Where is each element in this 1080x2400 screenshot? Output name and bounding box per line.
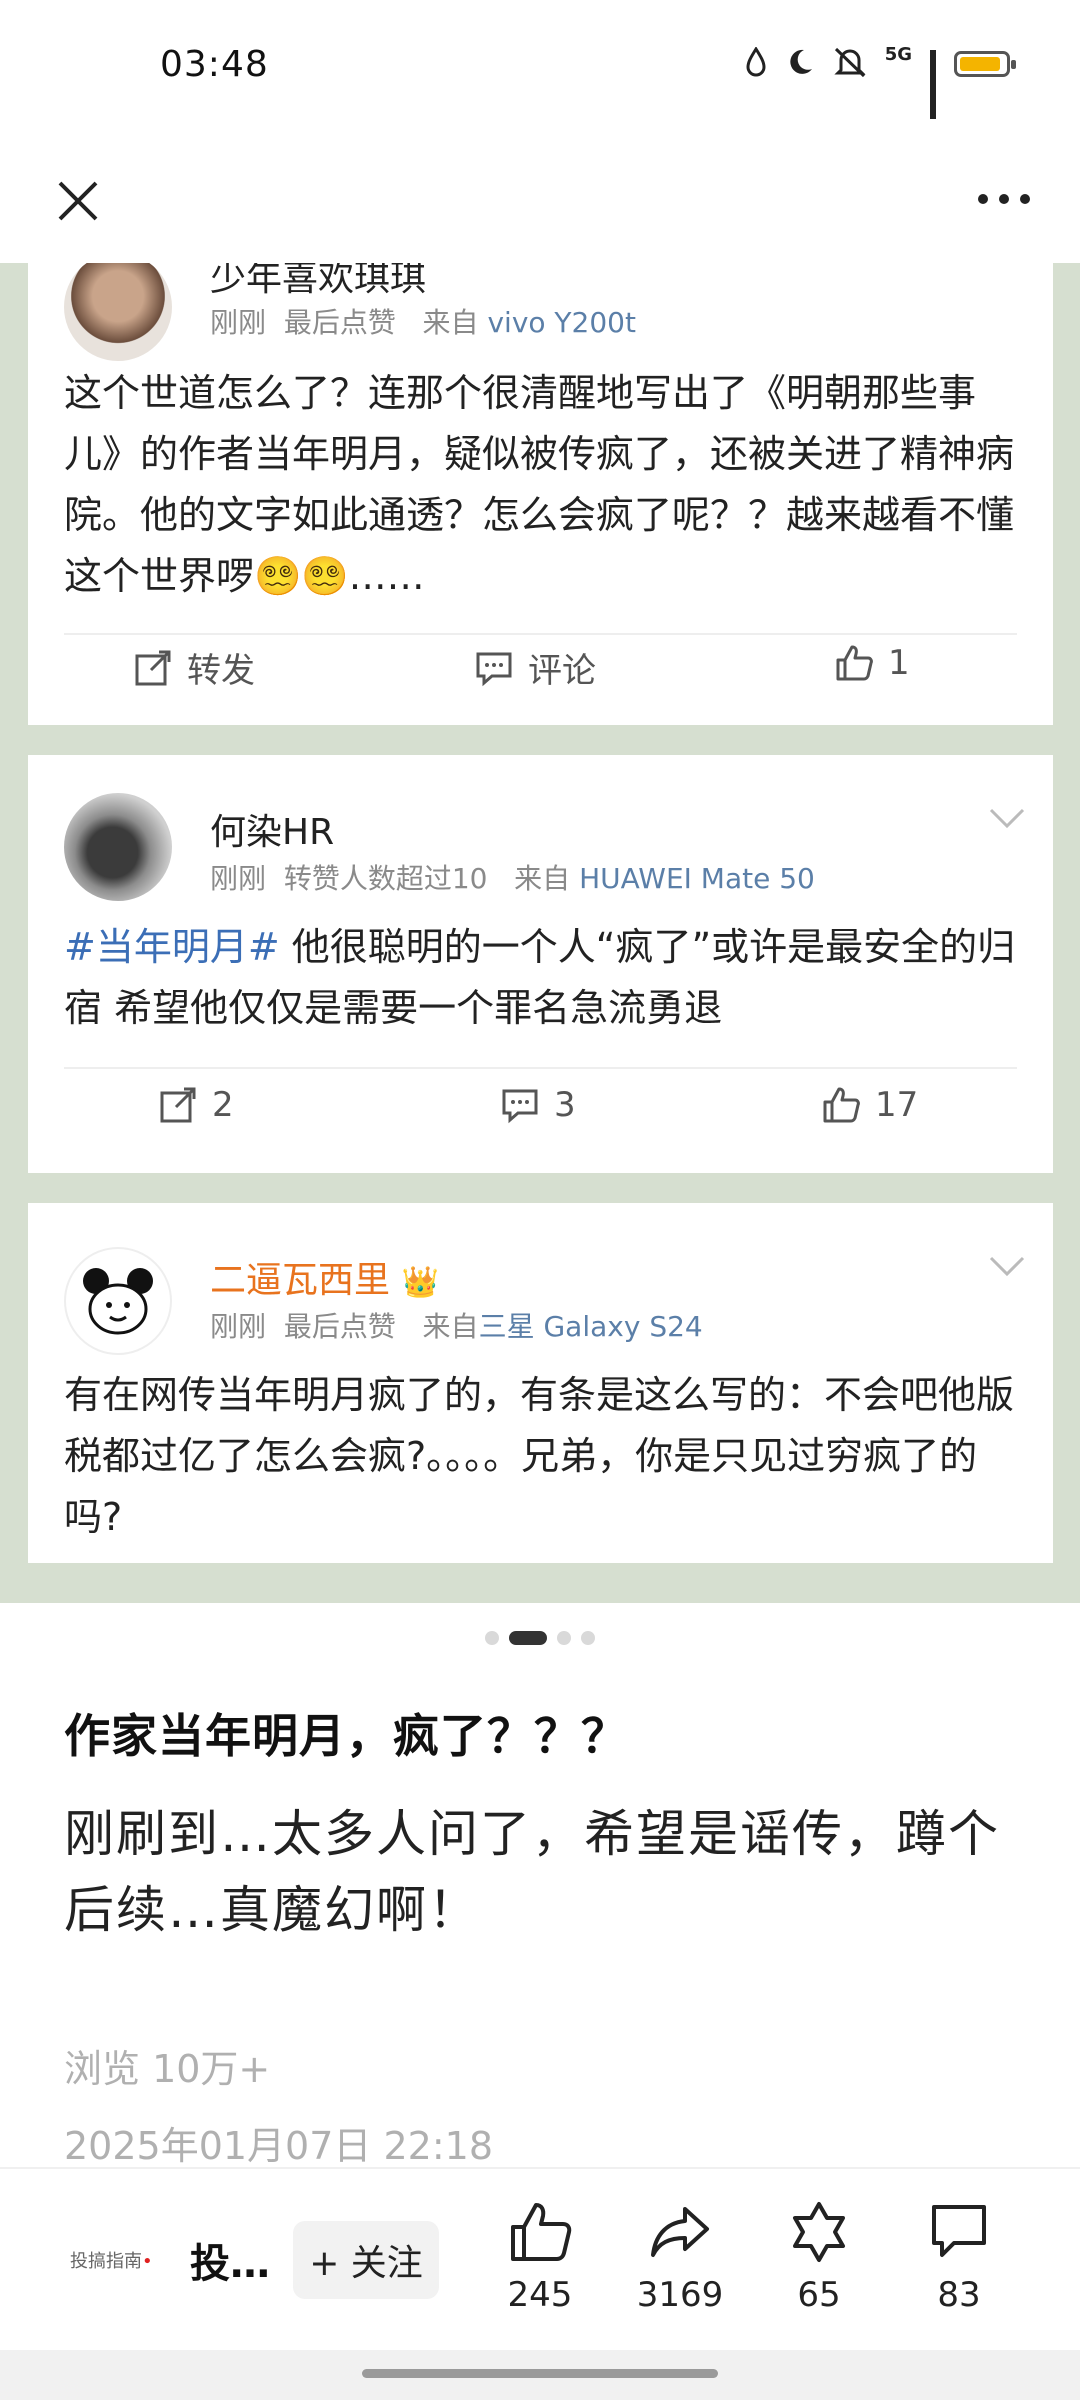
like-button[interactable]: 17 xyxy=(821,1085,918,1125)
pager-dot[interactable] xyxy=(485,1631,499,1645)
post-image[interactable]: 少年喜欢琪琪 刚刚 最后点赞 来自 vivo Y200t 这个世道怎么了？连那个… xyxy=(0,263,1080,1603)
hashtag-link[interactable]: #当年明月# xyxy=(64,925,280,969)
comment-meta: 刚刚 转赞人数超过10 来自 HUAWEI Mate 50 xyxy=(210,862,815,895)
comment-button[interactable]: 评论 xyxy=(474,643,596,692)
favorite-button[interactable]: 65 xyxy=(764,2199,874,2315)
avatar[interactable] xyxy=(64,793,172,901)
more-icon[interactable] xyxy=(964,159,1044,239)
like-button[interactable]: 1 xyxy=(834,643,910,683)
brand-logo[interactable]: 投搞指南• xyxy=(70,2247,153,2273)
comment-text: 这个世道怎么了？连那个很清醒地写出了《明朝那些事儿》的作者当年明月，疑似被传疯了… xyxy=(64,371,1015,598)
mute-icon xyxy=(833,46,867,82)
comment-card: 何染HR 刚刚 转赞人数超过10 来自 HUAWEI Mate 50 #当年明月… xyxy=(28,755,1053,1173)
comment-text: 有在网传当年明月疯了的，有条是这么写的：不会吧他版税都过亿了怎么会疯?。。。。兄… xyxy=(64,1373,1015,1539)
crown-icon: 👑 xyxy=(401,1265,439,1300)
moon-icon xyxy=(785,47,815,81)
post-body: 刚刷到…太多人问了，希望是谣传，蹲个后续…真魔幻啊！ xyxy=(64,1805,1000,1939)
comment-card: 少年喜欢琪琪 刚刚 最后点赞 来自 vivo Y200t 这个世道怎么了？连那个… xyxy=(28,263,1053,725)
comment-icon xyxy=(502,1089,538,1124)
like-button[interactable]: 245 xyxy=(485,2199,595,2315)
pager-dot-active[interactable] xyxy=(509,1631,547,1645)
chevron-down-icon[interactable] xyxy=(989,1255,1025,1277)
repost-button[interactable]: 转发 xyxy=(133,643,255,692)
view-count: 浏览 10万+ xyxy=(64,2047,271,2091)
comment-username[interactable]: 少年喜欢琪琪 xyxy=(210,263,426,301)
status-icons: 5G xyxy=(745,43,1016,119)
comment-bubble-icon xyxy=(932,2205,986,2257)
divider xyxy=(64,1067,1017,1069)
status-time: 03:48 xyxy=(160,44,269,85)
share-button[interactable]: 3169 xyxy=(625,2199,735,2315)
comment-actions: 2 3 17 xyxy=(28,1085,1053,1155)
close-icon[interactable] xyxy=(36,159,116,239)
star-icon xyxy=(793,2202,845,2262)
image-pager xyxy=(0,1631,1080,1645)
status-bar: 03:48 5G xyxy=(0,0,1080,135)
comment-button[interactable]: 3 xyxy=(500,1085,576,1125)
drop-icon xyxy=(745,46,767,81)
avatar[interactable] xyxy=(64,1247,172,1355)
comment-actions: 转发 评论 1 xyxy=(28,643,1053,713)
thumb-up-icon xyxy=(511,2203,572,2261)
repost-icon xyxy=(135,650,171,685)
repost-button[interactable]: 2 xyxy=(158,1085,234,1125)
comment-meta: 刚刚 最后点赞 来自 vivo Y200t xyxy=(210,306,636,339)
gesture-bar xyxy=(0,2350,1080,2400)
comments-button[interactable]: 83 xyxy=(904,2199,1014,2315)
top-nav xyxy=(0,135,1080,263)
comment-username[interactable]: 何染HR xyxy=(210,803,334,855)
repost-icon xyxy=(160,1087,196,1123)
comment-card: 二逼瓦西里 👑 刚刚 最后点赞 来自三星 Galaxy S24 有在网传当年明月… xyxy=(28,1203,1053,1563)
comment-username[interactable]: 二逼瓦西里 👑 xyxy=(210,1251,439,1303)
network-type: 5G xyxy=(884,43,912,65)
post-date: 2025年01月07日 22:18 xyxy=(64,2124,494,2168)
thumb-up-icon xyxy=(836,645,873,681)
comment-icon xyxy=(476,652,512,686)
thumb-up-icon xyxy=(823,1087,860,1123)
divider xyxy=(64,633,1017,635)
share-icon xyxy=(651,2207,709,2257)
post-title: 作家当年明月，疯了？？？ xyxy=(64,1709,628,1763)
avatar[interactable] xyxy=(64,263,172,361)
pager-dot[interactable] xyxy=(557,1631,571,1645)
chevron-down-icon[interactable] xyxy=(989,807,1025,829)
pager-dot[interactable] xyxy=(581,1631,595,1645)
comment-text: #当年明月# 他很聪明的一个人“疯了”或许是最安全的归宿 希望他仅仅是需要一个罪… xyxy=(64,925,1016,1030)
battery-icon xyxy=(954,51,1016,77)
follow-button[interactable]: + 关注 xyxy=(293,2221,439,2299)
home-indicator[interactable] xyxy=(362,2369,718,2378)
signal-icon xyxy=(930,50,936,119)
author-name[interactable]: 投… xyxy=(190,2231,270,2289)
comment-meta: 刚刚 最后点赞 来自三星 Galaxy S24 xyxy=(210,1310,703,1343)
bottom-action-bar: 投搞指南• 投… + 关注 245 3169 65 83 xyxy=(0,2167,1080,2352)
